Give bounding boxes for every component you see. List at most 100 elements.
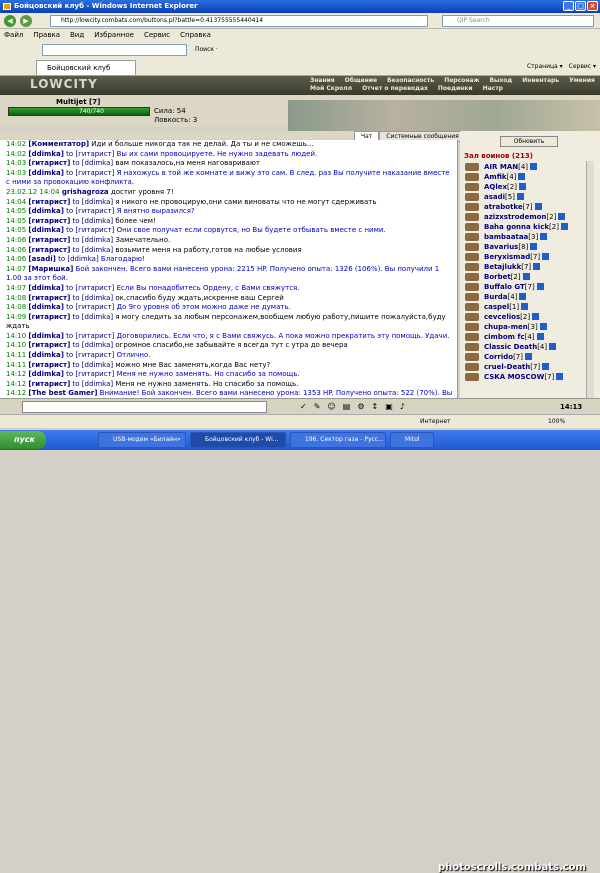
chat-recipient[interactable]: to [гитарист]: [66, 284, 114, 292]
forward-icon[interactable]: ▶: [20, 15, 32, 27]
nav-my-scroll[interactable]: Мой Скролл: [305, 85, 357, 93]
player-name[interactable]: Betajlukk: [484, 263, 521, 271]
chat-recipient[interactable]: to [гитарист]: [66, 370, 114, 378]
menu-file[interactable]: Файл: [4, 29, 23, 42]
chat-recipient[interactable]: to [ddimka]: [73, 246, 114, 254]
nav-skills[interactable]: Умения: [564, 77, 600, 85]
chat-sender[interactable]: [Маришка]: [28, 265, 73, 273]
player-avatar-icon[interactable]: [465, 183, 479, 191]
player-list-item[interactable]: CSKA MOSCOW[7]: [462, 372, 594, 382]
character-name[interactable]: Multijet [7]: [56, 98, 100, 106]
player-name[interactable]: AQlex: [484, 183, 507, 191]
minimize-button[interactable]: _: [563, 1, 574, 11]
page-menu[interactable]: Страница ▾: [527, 60, 563, 74]
player-info-icon[interactable]: [540, 233, 548, 240]
chat-sender[interactable]: [гитарист]: [28, 361, 70, 369]
maximize-button[interactable]: □: [575, 1, 586, 11]
chat-sender[interactable]: [asadi]: [28, 255, 55, 263]
player-list-item[interactable]: bambaataa[3]: [462, 232, 594, 242]
player-name[interactable]: azizxstrodemon: [484, 213, 546, 221]
player-list-item[interactable]: Borbet[2]: [462, 272, 594, 282]
chat-recipient[interactable]: to [гитарист]: [66, 303, 114, 311]
nav-security[interactable]: Безопасность: [382, 77, 439, 85]
chat-recipient[interactable]: to [ddimka]: [73, 341, 114, 349]
nav-settings[interactable]: Настр: [478, 85, 508, 93]
chat-input[interactable]: [22, 401, 267, 413]
player-list-item[interactable]: caspel[1]: [462, 302, 594, 312]
chat-sender[interactable]: [гитарист]: [28, 341, 70, 349]
nav-character[interactable]: Персонаж: [439, 77, 484, 85]
player-info-icon[interactable]: [533, 263, 541, 270]
player-info-icon[interactable]: [556, 373, 564, 380]
player-list-item[interactable]: AIR MAN[4]: [462, 162, 594, 172]
chat-recipient[interactable]: to [гитарист]: [66, 150, 114, 158]
player-info-icon[interactable]: [530, 243, 538, 250]
player-name[interactable]: asadi: [484, 193, 505, 201]
player-name[interactable]: caspel: [484, 303, 509, 311]
chat-sender[interactable]: [ddimka]: [28, 169, 64, 177]
toolbar-search-button[interactable]: Поиск ·: [195, 44, 218, 56]
chat-recipient[interactable]: to [ddimka]: [73, 361, 114, 369]
back-icon[interactable]: ◀: [4, 15, 16, 27]
player-info-icon[interactable]: [525, 353, 532, 360]
player-list-item[interactable]: Betajlukk[7]: [462, 262, 594, 272]
nav-communication[interactable]: Общение: [340, 77, 382, 85]
nav-transfers[interactable]: Отчет о переводах: [357, 85, 433, 93]
chat-sender[interactable]: [гитарист]: [28, 313, 70, 321]
lock-icon[interactable]: ▣: [385, 401, 393, 413]
player-avatar-icon[interactable]: [465, 323, 479, 331]
player-name[interactable]: cimbom fc: [484, 333, 525, 341]
player-avatar-icon[interactable]: [465, 303, 479, 311]
tools-menu[interactable]: Сервис ▾: [569, 60, 596, 74]
player-name[interactable]: cevcelios: [484, 313, 520, 321]
chat-sender[interactable]: [гитарист]: [28, 217, 70, 225]
nav-exit[interactable]: Выход: [484, 77, 517, 85]
player-list-item[interactable]: AQlex[2]: [462, 182, 594, 192]
chat-recipient[interactable]: to [ddimka]: [73, 380, 114, 388]
player-avatar-icon[interactable]: [465, 253, 479, 261]
chat-recipient[interactable]: to [ddimka]: [73, 217, 114, 225]
player-list-item[interactable]: cevcelios[2]: [462, 312, 594, 322]
chat-sender[interactable]: grishagroza: [62, 188, 109, 196]
chat-recipient[interactable]: to [гитарист]: [66, 332, 114, 340]
speaker-icon[interactable]: ♪: [400, 401, 405, 413]
start-button[interactable]: пуск: [0, 431, 46, 449]
player-name[interactable]: Amfik: [484, 173, 507, 181]
player-name[interactable]: Buffalo GT: [484, 283, 525, 291]
nav-battles[interactable]: Поединки: [433, 85, 478, 93]
player-avatar-icon[interactable]: [465, 263, 479, 271]
player-list-item[interactable]: azizxstrodemon[2]: [462, 212, 594, 222]
player-avatar-icon[interactable]: [465, 313, 479, 321]
chat-sender[interactable]: [ddimka]: [28, 207, 64, 215]
chat-sender[interactable]: [гитарист]: [28, 159, 70, 167]
tab-combats[interactable]: Бойцовский клуб: [36, 60, 136, 75]
player-info-icon[interactable]: [542, 253, 550, 260]
player-avatar-icon[interactable]: [465, 273, 479, 281]
menu-favorites[interactable]: Избранное: [94, 29, 134, 42]
player-list-item[interactable]: Classic Death[4]: [462, 342, 594, 352]
filter-icon[interactable]: ▤: [343, 401, 351, 413]
player-list-item[interactable]: Buffalo GT[7]: [462, 282, 594, 292]
player-list-item[interactable]: Beryxismad[7]: [462, 252, 594, 262]
clear-icon[interactable]: ✎: [314, 401, 321, 413]
player-name[interactable]: atrabotke: [484, 203, 523, 211]
player-info-icon[interactable]: [536, 333, 544, 340]
chat-sender[interactable]: [ddimka]: [28, 332, 64, 340]
player-avatar-icon[interactable]: [465, 373, 479, 381]
menu-help[interactable]: Справка: [180, 29, 211, 42]
player-avatar-icon[interactable]: [465, 333, 479, 341]
chat-sender[interactable]: [The best Gamer]: [28, 389, 97, 397]
menu-tools[interactable]: Сервис: [144, 29, 170, 42]
player-list-item[interactable]: atrabotke[7]: [462, 202, 594, 212]
player-name[interactable]: Corrido: [484, 353, 513, 361]
player-avatar-icon[interactable]: [465, 283, 479, 291]
player-list-item[interactable]: Amfik[4]: [462, 172, 594, 182]
player-avatar-icon[interactable]: [465, 233, 479, 241]
player-list-item[interactable]: Corrido[7]: [462, 352, 594, 362]
player-avatar-icon[interactable]: [465, 193, 479, 201]
player-info-icon[interactable]: [519, 293, 527, 300]
chat-recipient[interactable]: to [ddimka]: [73, 294, 114, 302]
player-info-icon[interactable]: [532, 313, 540, 320]
player-info-icon[interactable]: [518, 173, 526, 180]
player-avatar-icon[interactable]: [465, 173, 479, 181]
